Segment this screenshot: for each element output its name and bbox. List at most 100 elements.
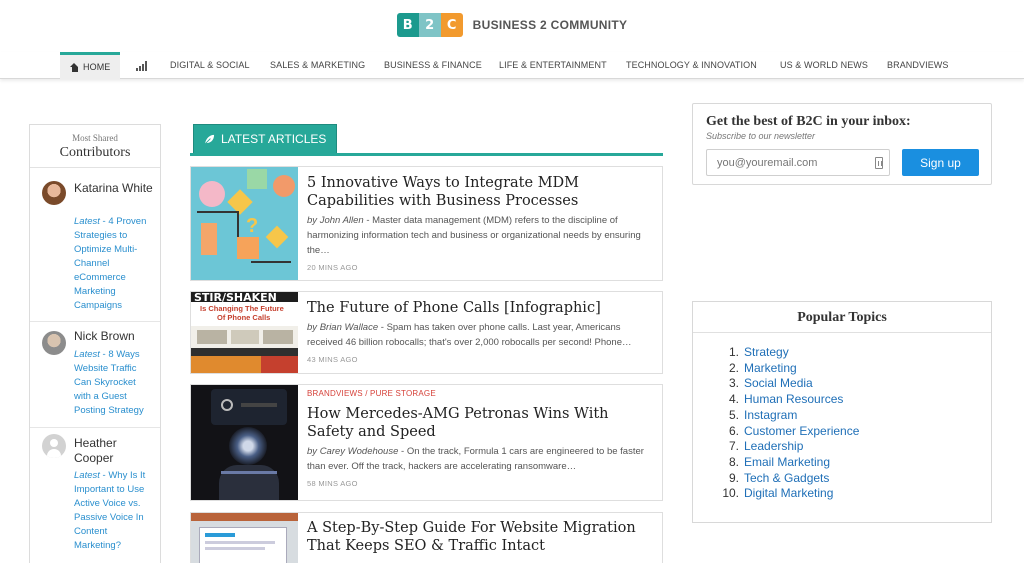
- article-time: 20 MINS AGO: [307, 263, 358, 272]
- article-card[interactable]: A Step-By-Step Guide For Website Migrati…: [190, 512, 663, 563]
- popular-topics-title: Popular Topics: [693, 302, 991, 333]
- email-field[interactable]: [706, 149, 890, 176]
- list-item: 10. Digital Marketing: [722, 486, 834, 502]
- latest-article-title: Why Is It Important to Use Active Voice …: [74, 470, 146, 551]
- list-item: 8. Email Marketing: [728, 454, 831, 471]
- article-excerpt: by John Allen - Master data management (…: [307, 213, 654, 258]
- latest-article-title: 4 Proven Strategies to Optimize Multi-Ch…: [74, 216, 147, 311]
- article-excerpt: by Brian Wallace - Spam has taken over p…: [307, 320, 654, 350]
- article-body: The Future of Phone Calls [Infographic] …: [307, 299, 654, 364]
- byline-by: by: [307, 446, 318, 457]
- contributor-latest-link[interactable]: Latest - 4 Proven Strategies to Optimize…: [74, 215, 154, 313]
- author-link[interactable]: Brian Wallace: [320, 322, 378, 333]
- nav-digital-social[interactable]: DIGITAL & SOCIAL: [170, 52, 250, 79]
- byline-by: by: [307, 322, 318, 333]
- list-item: 7. Leadership: [728, 439, 804, 455]
- nav-business-finance[interactable]: BUSINESS & FINANCE: [384, 52, 482, 79]
- list-item: 4. Human Resources: [728, 392, 844, 408]
- article-body: A Step-By-Step Guide For Website Migrati…: [307, 519, 654, 555]
- contributor-item: Nick Brown Latest - 8 Ways Website Traff…: [30, 321, 160, 427]
- avatar[interactable]: [42, 434, 66, 458]
- author-link[interactable]: Carey Wodehouse: [320, 446, 399, 457]
- topic-link[interactable]: Leadership: [744, 439, 803, 455]
- section-divider: [190, 153, 663, 156]
- contributor-item: Katarina White Latest - 4 Proven Strateg…: [30, 170, 160, 321]
- contributor-latest-link[interactable]: Latest - Why Is It Important to Use Acti…: [74, 469, 154, 553]
- article-card[interactable]: BRANDVIEWS / PURE STORAGE How Mercedes-A…: [190, 384, 663, 501]
- topic-link[interactable]: Tech & Gadgets: [744, 471, 829, 487]
- article-title[interactable]: The Future of Phone Calls [Infographic]: [307, 299, 654, 317]
- article-title[interactable]: A Step-By-Step Guide For Website Migrati…: [307, 519, 654, 555]
- article-body: BRANDVIEWS / PURE STORAGE How Mercedes-A…: [307, 385, 654, 488]
- logo-letter-2: 2: [418, 13, 441, 37]
- nav-life-entertainment[interactable]: LIFE & ENTERTAINMENT: [499, 52, 607, 79]
- list-item: 3. Social Media: [728, 376, 813, 392]
- main-nav: HOME DIGITAL & SOCIAL SALES & MARKETING …: [0, 52, 1024, 79]
- brand-name: BUSINESS 2 COMMUNITY: [472, 18, 628, 32]
- topic-link[interactable]: Strategy: [744, 345, 789, 361]
- thumb-subline: Of Phone Calls: [217, 313, 271, 322]
- article-card[interactable]: ? 5 Innovative Ways to Integrate MDM Cap…: [190, 166, 663, 281]
- contributor-name[interactable]: Nick Brown: [74, 329, 154, 344]
- site-logo[interactable]: B 2 C BUSINESS 2 COMMUNITY: [0, 12, 1024, 38]
- popular-topics: Popular Topics 1. Strategy 2. Marketing 3.…: [692, 301, 992, 523]
- autofill-icon[interactable]: [875, 157, 883, 169]
- article-title[interactable]: How Mercedes-AMG Petronas Wins With Safe…: [307, 405, 654, 441]
- article-thumbnail[interactable]: [191, 385, 298, 500]
- latest-label: Latest: [74, 470, 100, 481]
- contributor-name[interactable]: Heather Cooper: [74, 436, 154, 466]
- logo-mark: B 2 C: [396, 13, 463, 37]
- topic-link[interactable]: Social Media: [744, 376, 813, 392]
- nav-home[interactable]: HOME: [60, 52, 121, 79]
- article-thumbnail[interactable]: STIR/SHAKEN Is Changing The Future Of Ph…: [191, 292, 298, 373]
- list-item: 1. Strategy: [728, 345, 789, 361]
- nav-technology-innovation[interactable]: TECHNOLOGY & INNOVATION: [626, 52, 757, 79]
- newsletter-title: Get the best of B2C in your inbox:: [706, 114, 911, 129]
- topic-link[interactable]: Marketing: [744, 361, 797, 377]
- nav-home-label: HOME: [83, 62, 111, 72]
- nav-us-world-news[interactable]: US & WORLD NEWS: [780, 52, 868, 79]
- list-item: 2. Marketing: [728, 360, 797, 377]
- bar-chart-icon: [136, 61, 147, 71]
- article-title[interactable]: 5 Innovative Ways to Integrate MDM Capab…: [307, 174, 654, 210]
- topic-link[interactable]: Email Marketing: [744, 455, 830, 471]
- article-body: 5 Innovative Ways to Integrate MDM Capab…: [307, 174, 654, 272]
- latest-label: Latest: [74, 216, 100, 227]
- article-thumbnail[interactable]: [191, 513, 298, 563]
- article-thumbnail[interactable]: ?: [191, 167, 298, 280]
- tab-latest-articles[interactable]: LATEST ARTICLES: [193, 124, 338, 154]
- article-excerpt: by Carey Wodehouse - On the track, Formu…: [307, 444, 654, 474]
- contributor-latest-link[interactable]: Latest - 8 Ways Website Traffic Can Skyr…: [74, 348, 154, 418]
- logo-letter-b: B: [396, 13, 419, 37]
- newsletter-subtitle: Subscribe to our newsletter: [706, 131, 816, 141]
- article-time: 58 MINS AGO: [307, 479, 358, 488]
- contributor-name[interactable]: Katarina White: [74, 181, 154, 196]
- topic-link[interactable]: Human Resources: [744, 392, 843, 408]
- article-kicker[interactable]: BRANDVIEWS / PURE STORAGE: [307, 389, 654, 398]
- signup-button[interactable]: Sign up: [902, 149, 979, 176]
- tab-latest-articles-label: LATEST ARTICLES: [221, 132, 327, 146]
- list-item: 9. Tech & Gadgets: [728, 470, 830, 487]
- most-shared-contributors: Most Shared Contributors Katarina White …: [29, 124, 161, 563]
- contributors-header: Most Shared Contributors: [30, 125, 160, 168]
- logo-letter-c: C: [440, 13, 463, 37]
- article-card[interactable]: STIR/SHAKEN Is Changing The Future Of Ph…: [190, 291, 663, 374]
- avatar[interactable]: [42, 181, 66, 205]
- newsletter-box: Get the best of B2C in your inbox: Subsc…: [692, 103, 992, 185]
- topic-link[interactable]: Instagram: [744, 408, 797, 424]
- list-item: 5. Instagram: [728, 407, 798, 424]
- latest-label: Latest: [74, 349, 100, 360]
- avatar[interactable]: [42, 331, 66, 355]
- topic-link[interactable]: Digital Marketing: [744, 486, 833, 502]
- byline-by: by: [307, 215, 318, 226]
- home-icon: [70, 62, 79, 72]
- contributor-item: Heather Cooper Latest - Why Is It Import…: [30, 427, 160, 563]
- nav-brandviews[interactable]: BRANDVIEWS: [887, 52, 949, 79]
- thumb-subline: Is Changing The Future: [200, 304, 284, 313]
- nav-sales-marketing[interactable]: SALES & MARKETING: [270, 52, 365, 79]
- leaf-icon: [204, 134, 215, 144]
- trending-button[interactable]: [136, 52, 147, 79]
- author-link[interactable]: John Allen: [320, 215, 364, 226]
- topic-link[interactable]: Customer Experience: [744, 424, 859, 440]
- contributors-title: Contributors: [59, 145, 131, 160]
